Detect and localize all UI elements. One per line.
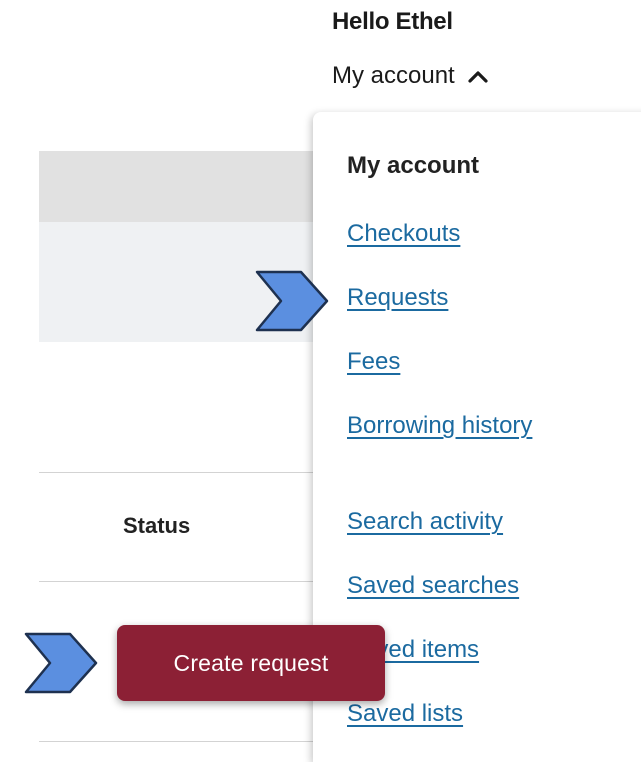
my-account-toggle[interactable]: My account [332, 62, 489, 90]
arrow-pointer-icon [255, 270, 329, 332]
my-account-toggle-label: My account [332, 62, 455, 89]
create-request-button[interactable]: Create request [117, 625, 385, 701]
status-column-header: Status [123, 513, 191, 538]
menu-link-borrowing-history[interactable]: Borrowing history [347, 412, 532, 440]
table-divider [39, 472, 319, 473]
table-divider [39, 581, 319, 582]
menu-link-search-activity[interactable]: Search activity [347, 508, 503, 536]
arrow-pointer-icon [24, 632, 98, 694]
greeting-text: Hello Ethel [332, 8, 453, 35]
background-header-band [39, 151, 319, 222]
menu-title: My account [347, 152, 480, 179]
table-divider [39, 741, 319, 742]
chevron-up-icon [468, 71, 488, 83]
menu-link-requests[interactable]: Requests [347, 284, 448, 312]
menu-link-fees[interactable]: Fees [347, 348, 400, 376]
menu-link-checkouts[interactable]: Checkouts [347, 220, 460, 248]
menu-link-saved-lists[interactable]: Saved lists [347, 700, 463, 728]
menu-link-saved-searches[interactable]: Saved searches [347, 572, 519, 600]
